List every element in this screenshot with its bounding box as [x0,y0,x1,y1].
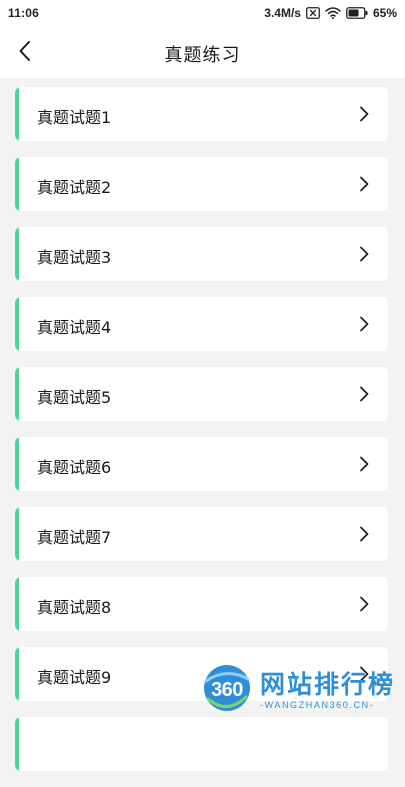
exam-list: 真题试题1 真题试题2 真题试题3 真题试题4 真题试题5 真题试题6 真题试题… [15,87,388,787]
network-speed: 3.4M/s [264,6,301,20]
nav-bar: 真题练习 [0,26,405,78]
list-item-label: 真题试题9 [37,668,112,687]
status-indicators: 3.4M/s 65% [264,4,397,22]
list-item[interactable]: 真题试题7 [15,507,388,561]
wifi-icon [325,7,341,19]
list-item[interactable]: 真题试题6 [15,437,388,491]
battery-icon [346,7,368,19]
accent-bar [15,717,19,771]
list-item-label: 真题试题7 [37,528,112,547]
list-item-label: 真题试题1 [37,108,112,127]
sim-off-icon [306,7,320,19]
status-bar: 11:06 3.4M/s 65% [0,0,405,26]
list-item[interactable]: 真题试题2 [15,157,388,211]
list-item-label: 真题试题4 [37,318,112,337]
chevron-right-icon [360,386,369,402]
chevron-right-icon [360,526,369,542]
accent-bar [15,437,19,491]
accent-bar [15,577,19,631]
chevron-right-icon [360,316,369,332]
list-item[interactable]: 真题试题1 [15,87,388,141]
page-title: 真题练习 [164,45,241,66]
list-item-label: 真题试题6 [37,458,112,477]
accent-bar [15,297,19,351]
accent-bar [15,227,19,281]
list-item-label: 真题试题8 [37,598,112,617]
list-item[interactable]: 真题试题5 [15,367,388,421]
list-item-label: 真题试题5 [37,388,112,407]
chevron-right-icon [360,596,369,612]
chevron-right-icon [360,456,369,472]
accent-bar [15,367,19,421]
list-item[interactable]: 真题试题8 [15,577,388,631]
accent-bar [15,157,19,211]
list-item[interactable]: 真题试题4 [15,297,388,351]
chevron-right-icon [360,666,369,682]
chevron-right-icon [360,106,369,122]
list-item[interactable] [15,717,388,771]
accent-bar [15,507,19,561]
chevron-right-icon [360,176,369,192]
list-item-label: 真题试题2 [37,178,112,197]
list-item[interactable]: 真题试题9 [15,647,388,701]
accent-bar [15,647,19,701]
list-item[interactable]: 真题试题3 [15,227,388,281]
chevron-right-icon [360,246,369,262]
battery-percent: 65% [372,6,397,20]
list-item-label: 真题试题3 [37,248,112,267]
accent-bar [15,87,19,141]
status-time: 11:06 [8,6,40,20]
